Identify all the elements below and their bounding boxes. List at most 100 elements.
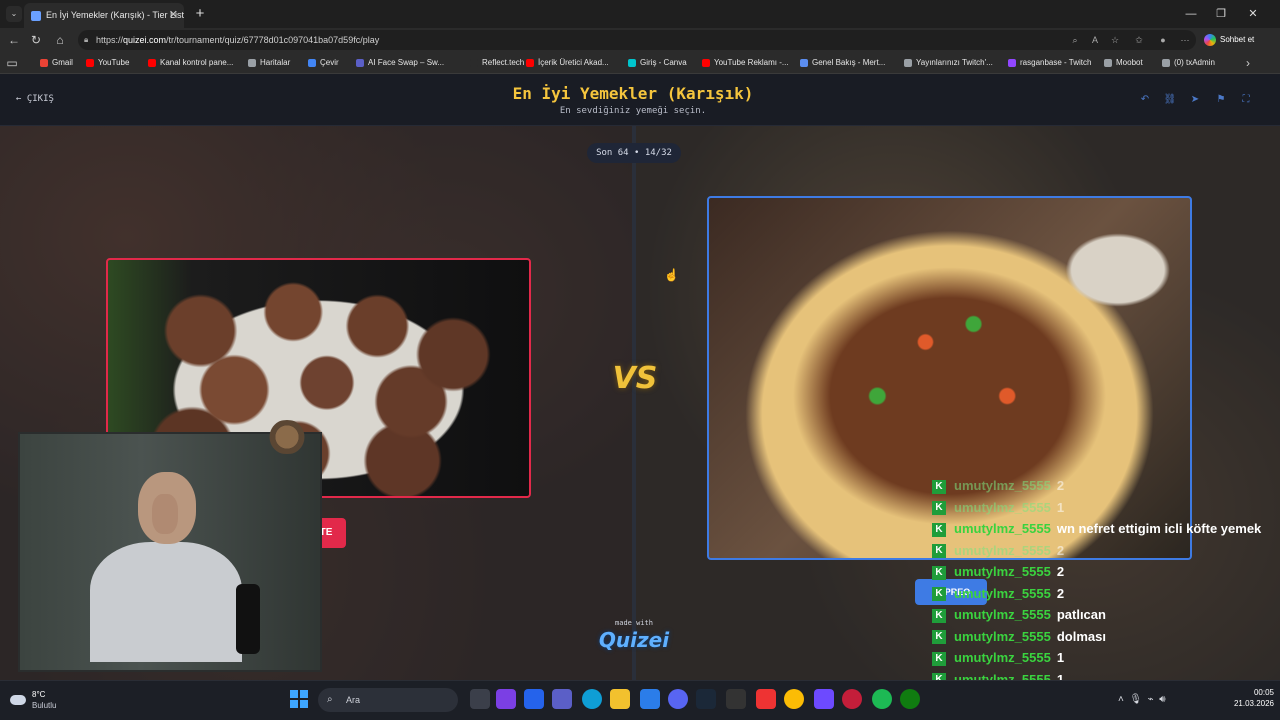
favorites-icon[interactable]: ✩ [1132,30,1146,50]
bookmark-favicon-icon [248,59,256,67]
bookmark-item[interactable]: (0) txAdmin [1162,52,1215,74]
bookmark-item[interactable]: Yayınlarınızı Twitch'... [904,52,993,74]
task-view-icon[interactable] [470,689,490,709]
tab-search-button[interactable]: ⌄ [6,6,22,22]
bookmark-favicon-icon [1162,59,1170,67]
maximize-button[interactable]: ❐ [1206,4,1236,24]
bookmark-item[interactable]: AI Face Swap – Sw... [356,52,444,74]
bookmark-item[interactable]: rasganbase - Twitch [1008,52,1091,74]
chrome-icon[interactable] [784,689,804,709]
fullscreen-icon[interactable]: ⛶ [1238,92,1254,108]
edge-icon[interactable] [582,689,602,709]
copilot-app-icon[interactable] [524,689,544,709]
mouse-cursor-icon: ☝ [664,268,679,282]
bookmark-item[interactable]: Giriş - Canva [628,52,687,74]
bookmark-favicon-icon [526,59,534,67]
bookmark-label: Giriş - Canva [640,58,687,67]
url-path: /tr/tournament/quiz/67778d01c097041ba07d… [166,35,380,45]
teams-icon[interactable] [552,689,572,709]
chat-text: 2 [1056,478,1065,493]
bookmark-favicon-icon [356,59,364,67]
close-tab-icon[interactable]: ✕ [169,3,178,28]
bookmarks-menu-icon[interactable]: ▭ [4,55,20,71]
zoom-icon[interactable]: ⌕ [1068,30,1082,50]
tray-chevron-icon[interactable]: ˄ [1118,694,1124,705]
favorite-star-icon[interactable]: ☆ [1108,30,1122,50]
spotify-icon[interactable] [872,689,892,709]
epic-games-icon[interactable] [726,689,746,709]
chat-text: 1 [1056,650,1065,665]
mail-icon[interactable] [640,689,660,709]
bookmark-label: rasganbase - Twitch [1020,58,1092,67]
share-link-icon[interactable]: ⛓ [1162,92,1178,108]
bookmark-item[interactable]: İçerik Üretici Akad... [526,52,609,74]
url-prefix: https:// [96,35,124,45]
start-button[interactable] [290,690,308,708]
kick-badge-icon: K [932,565,946,580]
clock[interactable]: 00:05 21.03.2026 [1212,687,1274,709]
reload-button[interactable]: ↻ [28,32,44,48]
bookmark-item[interactable]: Reflect.tech [470,52,524,74]
mic-tray-icon[interactable]: 🎙︎ [1129,694,1142,705]
bookmark-item[interactable]: YouTube [86,52,129,74]
file-explorer-icon[interactable] [610,689,630,709]
taskbar-search[interactable]: ⌕ Ara [318,688,458,712]
copilot-button[interactable]: Sohbet et [1204,32,1276,48]
clock-time: 00:05 [1253,688,1274,697]
chat-text: dolması [1056,628,1106,644]
minimize-button[interactable]: — [1176,4,1206,24]
volume-icon[interactable]: 🔊︎ [1159,694,1165,705]
profile-avatar-icon[interactable]: ● [1156,30,1170,50]
discord-icon[interactable] [668,689,688,709]
more-bookmarks-icon[interactable]: › [1240,55,1256,71]
url-host: quizei.com [123,35,167,45]
opera-icon[interactable] [842,689,862,709]
app-icon-3[interactable] [814,689,834,709]
bookmark-favicon-icon [1008,59,1016,67]
round-badge: Son 64 • 14/32 [587,143,681,163]
chat-message: Kumutylmz_5555 dolması [932,627,1106,647]
home-button[interactable]: ⌂ [52,32,68,48]
flag-icon[interactable]: ⚑ [1213,92,1229,108]
system-tray[interactable]: ˄ 🎙︎ ⌁ 🔊︎ [1118,689,1218,711]
more-options-icon[interactable]: ⋯ [1178,30,1192,50]
chat-text: 1 [1056,499,1065,515]
back-button[interactable]: ← [6,32,22,48]
streamer-hand [152,494,178,534]
bookmark-label: Moobot [1116,58,1143,67]
close-window-button[interactable]: ✕ [1238,4,1268,24]
center-divider [632,126,636,680]
address-bar[interactable]: 🔒︎ https://quizei.com/tr/tournament/quiz… [78,30,1196,50]
xbox-icon[interactable] [900,689,920,709]
browser-tab-active[interactable]: En İyi Yemekler (Karışık) - Tier List...… [24,3,184,28]
weather-widget[interactable]: 8°C Bulutlu [10,689,70,715]
bookmark-item[interactable]: Gmail [40,52,73,74]
new-tab-button[interactable]: + [190,4,210,24]
chat-message: Kumutylmz_5555 patlıcan [932,605,1106,625]
bookmark-label: YouTube [98,58,130,67]
network-icon[interactable]: ⌁ [1148,694,1154,705]
site-info-icon[interactable]: 🔒︎ [84,30,88,50]
search-placeholder: Ara [346,695,361,705]
bookmark-item[interactable]: YouTube Reklamı -... [702,52,789,74]
read-aloud-icon[interactable]: A [1088,30,1102,50]
kick-badge-icon: K [932,544,946,559]
quiz-header: ← ÇIKIŞ En İyi Yemekler (Karışık) En sev… [0,74,1280,126]
streamer-body [90,542,242,662]
steam-icon[interactable] [696,689,716,709]
chat-username: umutylmz_5555 [954,628,1051,644]
app-icon-2[interactable] [756,689,776,709]
quizei-logo[interactable]: Quizei [596,628,672,652]
vs-icon: VS [612,361,658,396]
bookmark-favicon-icon [1104,59,1112,67]
bookmark-item[interactable]: Haritalar [248,52,290,74]
bookmark-item[interactable]: Kanal kontrol pane... [148,52,233,74]
weather-desc: Bulutlu [32,701,57,710]
bookmark-item[interactable]: Moobot [1104,52,1143,74]
send-icon[interactable]: ➤ [1187,92,1203,108]
bookmark-item[interactable]: Çevir [308,52,339,74]
app-icon-1[interactable] [496,689,516,709]
bookmark-item[interactable]: Genel Bakış - Mert... [800,52,885,74]
chat-message: Kumutylmz_5555 1 [932,648,1064,668]
undo-icon[interactable]: ↶ [1137,92,1153,108]
